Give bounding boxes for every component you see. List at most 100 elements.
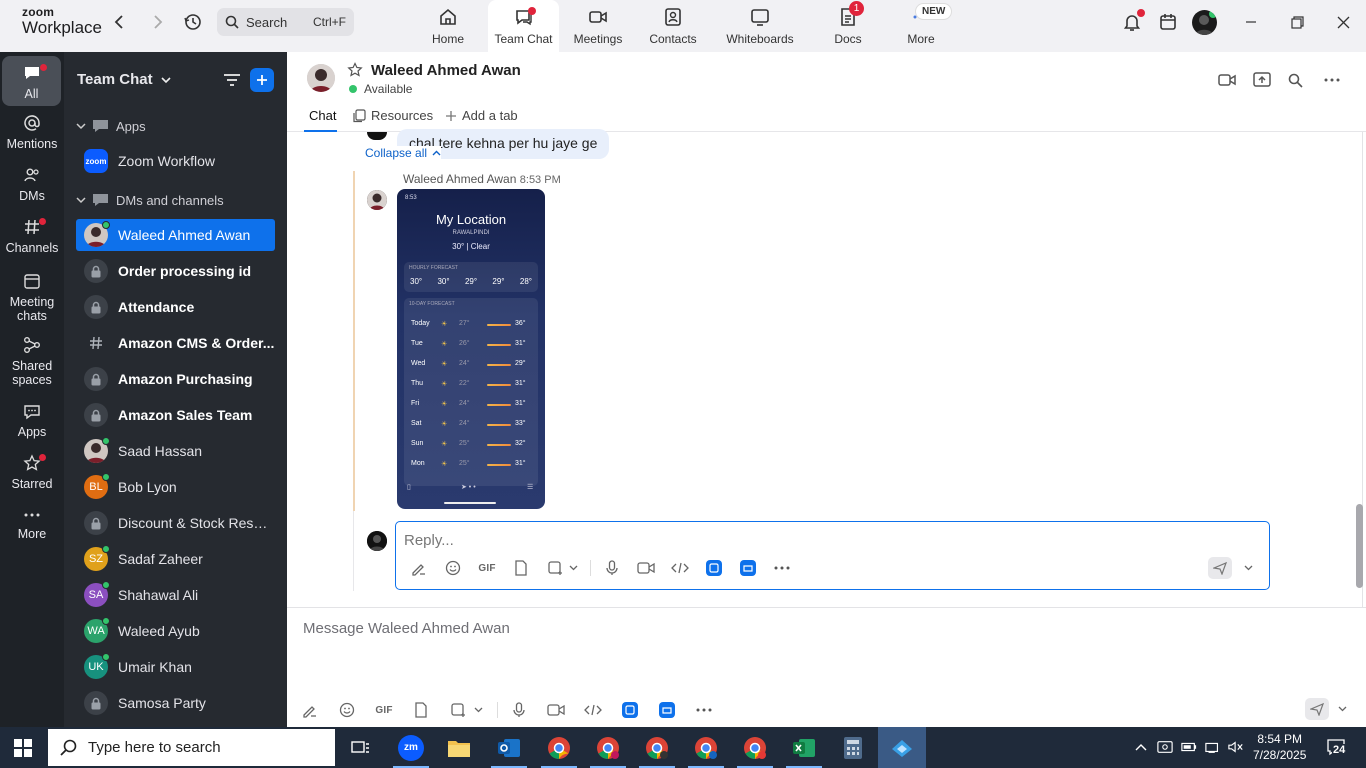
- reply-input[interactable]: [404, 529, 1104, 551]
- whiteboard-app-icon[interactable]: [737, 557, 759, 579]
- windows-start-icon[interactable]: [14, 739, 32, 760]
- microphone-icon[interactable]: [601, 557, 623, 579]
- format-text-icon[interactable]: [299, 699, 321, 721]
- rail-dms[interactable]: DMs: [2, 166, 62, 203]
- file-icon[interactable]: [510, 557, 532, 579]
- sidebar-title[interactable]: Team Chat: [77, 71, 171, 88]
- chrome-profile-5-icon[interactable]: [731, 727, 779, 768]
- restore-icon[interactable]: [1289, 14, 1305, 30]
- app-integration-icon[interactable]: [703, 557, 725, 579]
- star-contact-icon[interactable]: [347, 62, 363, 81]
- video-message-icon[interactable]: [545, 699, 567, 721]
- dms-section-header[interactable]: DMs and channels: [76, 192, 224, 208]
- sidebar-item-amazon-cms-order[interactable]: Amazon CMS & Order...: [76, 327, 275, 359]
- taskbar-search[interactable]: Type here to search: [48, 729, 335, 766]
- sidebar-item-order-processing-id[interactable]: Order processing id: [76, 255, 275, 287]
- outlook-icon[interactable]: [485, 727, 533, 768]
- code-snippet-icon[interactable]: [669, 557, 691, 579]
- filter-icon[interactable]: [222, 70, 242, 90]
- more-tools-icon[interactable]: [771, 557, 793, 579]
- calculator-icon[interactable]: [829, 727, 877, 768]
- rail-meeting-chats[interactable]: Meeting chats: [2, 272, 62, 323]
- share-screen-icon[interactable]: [1252, 70, 1272, 90]
- tab-chat[interactable]: Chat: [309, 108, 336, 123]
- sidebar-item-amazon-sales-team[interactable]: Amazon Sales Team: [76, 399, 275, 431]
- sidebar-item-saad-hassan[interactable]: Saad Hassan: [76, 435, 275, 467]
- tab-contacts[interactable]: Contacts: [637, 0, 709, 52]
- back-arrow-icon[interactable]: [108, 10, 132, 34]
- chrome-profile-2-icon[interactable]: [584, 727, 632, 768]
- code-snippet-icon[interactable]: [582, 699, 604, 721]
- microphone-icon[interactable]: [508, 699, 530, 721]
- tab-home[interactable]: Home: [412, 0, 484, 52]
- user-avatar[interactable]: [1192, 10, 1217, 35]
- emoji-icon[interactable]: [336, 699, 358, 721]
- chrome-profile-3-icon[interactable]: [633, 727, 681, 768]
- more-options-icon[interactable]: [1322, 70, 1342, 90]
- sidebar-item-sadaf-zaheer[interactable]: SZ Sadaf Zaheer: [76, 543, 275, 575]
- rail-all[interactable]: All: [2, 56, 61, 106]
- search-chat-icon[interactable]: [1285, 70, 1305, 90]
- collapse-all-button[interactable]: Collapse all: [365, 146, 442, 160]
- tab-meetings[interactable]: Meetings: [562, 0, 634, 52]
- tray-network-icon[interactable]: [1205, 739, 1221, 755]
- rail-shared-spaces[interactable]: Shared spaces: [2, 336, 62, 387]
- sidebar-item-waleed-ahmed-awan[interactable]: Waleed Ahmed Awan: [76, 219, 275, 251]
- tray-battery-icon[interactable]: [1181, 739, 1197, 755]
- tab-team-chat[interactable]: Team Chat: [488, 0, 559, 52]
- tab-docs[interactable]: 1 Docs: [812, 0, 884, 52]
- excel-icon[interactable]: [780, 727, 828, 768]
- rail-channels[interactable]: Channels: [2, 218, 62, 255]
- message-input[interactable]: [303, 618, 1203, 638]
- more-tools-icon[interactable]: [693, 699, 715, 721]
- add-tab-button[interactable]: Add a tab: [445, 108, 518, 123]
- whiteboard-app-icon[interactable]: [656, 699, 678, 721]
- sidebar-item-shahawal-ali[interactable]: SA Shahawal Ali: [76, 579, 275, 611]
- weather-screenshot-image[interactable]: 8:53 My Location RAWALPINDI 30° | Clear …: [397, 189, 545, 509]
- tray-chevron-up-icon[interactable]: [1133, 739, 1149, 755]
- zoom-taskbar-icon[interactable]: zm: [387, 727, 435, 768]
- notifications-bell-icon[interactable]: [1120, 9, 1145, 34]
- tab-whiteboards[interactable]: Whiteboards: [724, 0, 796, 52]
- sidebar-item-bob-lyon[interactable]: BL Bob Lyon: [76, 471, 275, 503]
- snipping-tool-icon[interactable]: [878, 727, 926, 768]
- contact-name[interactable]: Waleed Ahmed Awan: [371, 62, 521, 79]
- screenshot-icon[interactable]: [544, 557, 566, 579]
- task-view-icon[interactable]: [337, 727, 385, 768]
- sidebar-item-waleed-ayub[interactable]: WA Waleed Ayub: [76, 615, 275, 647]
- sidebar-item-attendance[interactable]: Attendance: [76, 291, 275, 323]
- sender-avatar[interactable]: [367, 190, 387, 210]
- chrome-icon[interactable]: [535, 727, 583, 768]
- sidebar-item-zoom-workflow[interactable]: zoom Zoom Workflow: [76, 145, 275, 177]
- send-options-dropdown-icon[interactable]: [1331, 698, 1353, 720]
- send-options-dropdown-icon[interactable]: [1237, 557, 1259, 579]
- gif-button[interactable]: GIF: [373, 699, 395, 721]
- screenshot-dropdown-icon[interactable]: [566, 557, 580, 579]
- sidebar-item-amazon-purchasing[interactable]: Amazon Purchasing: [76, 363, 275, 395]
- file-explorer-icon[interactable]: [435, 727, 483, 768]
- video-message-icon[interactable]: [635, 557, 657, 579]
- rail-starred[interactable]: Starred: [2, 454, 62, 491]
- notification-center-icon[interactable]: 24: [1326, 737, 1347, 757]
- taskbar-clock[interactable]: 8:54 PM 7/28/2025: [1253, 731, 1306, 763]
- tray-meet-now-icon[interactable]: [1157, 739, 1173, 755]
- minimize-icon[interactable]: [1243, 14, 1259, 30]
- compose-send-button[interactable]: [1305, 698, 1329, 720]
- scroll-thumb[interactable]: [1356, 504, 1363, 588]
- chat-scrollbar[interactable]: [1353, 132, 1363, 607]
- tab-more[interactable]: NEW More: [885, 0, 957, 52]
- search-box[interactable]: Search Ctrl+F: [217, 8, 354, 36]
- close-icon[interactable]: [1335, 14, 1351, 30]
- rail-more[interactable]: More: [2, 508, 62, 541]
- sidebar-item-umair-khan[interactable]: UK Umair Khan: [76, 651, 275, 683]
- video-call-icon[interactable]: [1217, 70, 1237, 90]
- sidebar-item-discount-stock-reser[interactable]: Discount & Stock Reser...: [76, 507, 275, 539]
- sidebar-item-samosa-party[interactable]: Samosa Party: [76, 687, 275, 719]
- screenshot-dropdown-icon[interactable]: [469, 699, 487, 721]
- format-text-icon[interactable]: [408, 557, 430, 579]
- apps-section-header[interactable]: Apps: [76, 118, 146, 134]
- new-chat-button[interactable]: [250, 68, 274, 92]
- gif-button[interactable]: GIF: [476, 557, 498, 579]
- emoji-icon[interactable]: [442, 557, 464, 579]
- rail-apps[interactable]: Apps: [2, 402, 62, 439]
